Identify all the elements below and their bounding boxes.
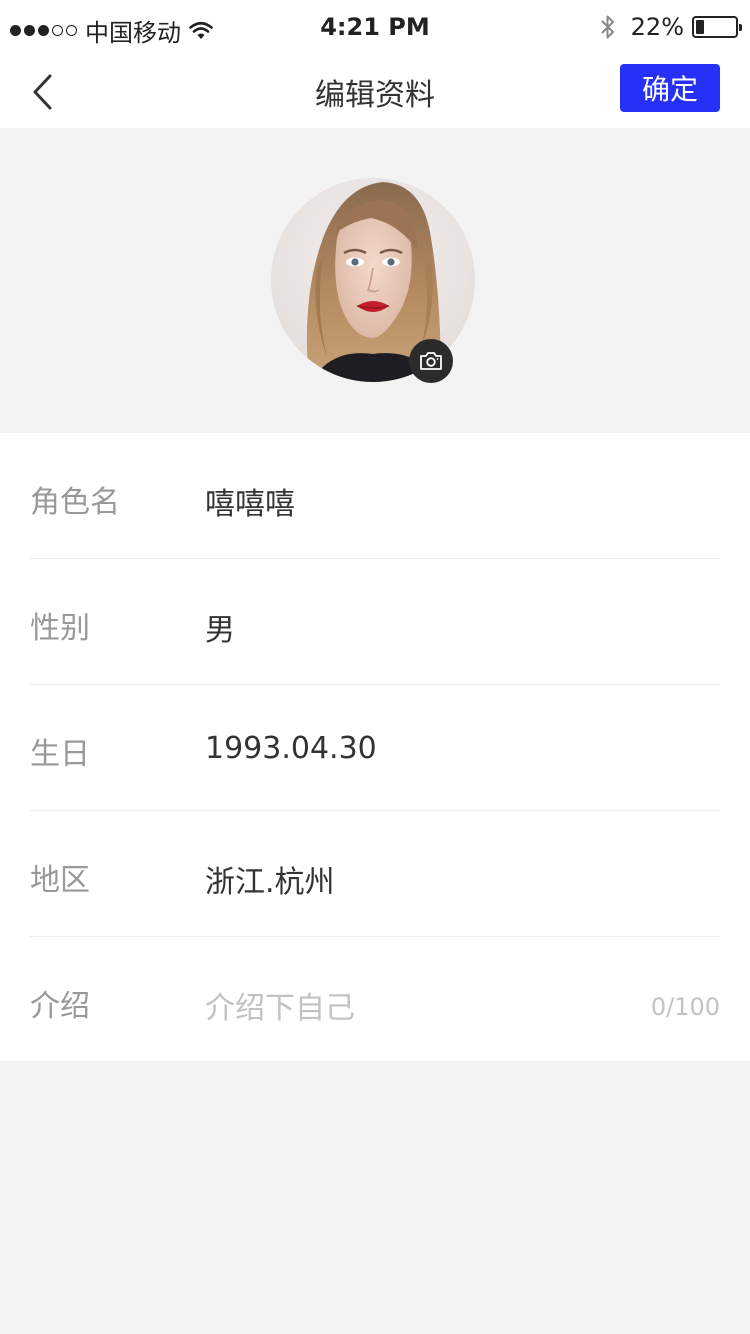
region-label: 地区 — [30, 863, 90, 898]
nav-bar: 编辑资料 确定 — [0, 56, 750, 128]
name-label: 角色名 — [30, 485, 120, 520]
region-row[interactable]: 地区 浙江.杭州 — [30, 811, 720, 937]
birthday-field[interactable]: 1993.04.30 — [205, 731, 377, 766]
intro-row[interactable]: 介绍 介绍下自己 0/100 — [30, 937, 720, 1063]
birthday-label: 生日 — [30, 737, 90, 772]
gender-field[interactable]: 男 — [205, 605, 235, 649]
profile-form: 角色名 嘻嘻嘻 性别 男 生日 1993.04.30 地区 浙江.杭州 介绍 介… — [0, 433, 750, 1061]
camera-icon — [420, 352, 442, 370]
name-row[interactable]: 角色名 嘻嘻嘻 — [30, 433, 720, 559]
battery-level-fill — [696, 20, 704, 34]
region-field[interactable]: 浙江.杭州 — [205, 857, 335, 901]
battery-icon — [692, 16, 742, 38]
gender-row[interactable]: 性别 男 — [30, 559, 720, 685]
avatar-section — [0, 128, 750, 433]
intro-field[interactable]: 介绍下自己 — [205, 983, 355, 1027]
name-field[interactable]: 嘻嘻嘻 — [205, 479, 295, 523]
confirm-button[interactable]: 确定 — [620, 64, 720, 112]
intro-char-count: 0/100 — [650, 993, 720, 1021]
birthday-row[interactable]: 生日 1993.04.30 — [30, 685, 720, 811]
intro-label: 介绍 — [30, 989, 90, 1024]
change-avatar-button[interactable] — [409, 339, 453, 383]
battery-percent: 22% — [630, 13, 684, 41]
bluetooth-icon — [600, 15, 614, 39]
gender-label: 性别 — [30, 611, 90, 646]
status-bar: 中国移动 4:21 PM 22% — [0, 0, 750, 56]
status-right: 22% — [599, 13, 742, 41]
